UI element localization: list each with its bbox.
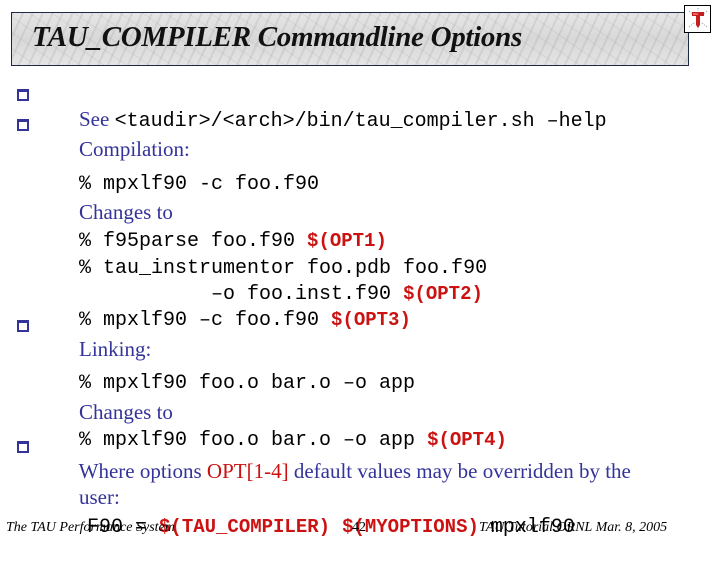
opt2-variable: $(OPT2) <box>403 283 483 305</box>
tau-compiler-variable: $(TAU_COMPILER) <box>159 516 331 538</box>
footer-presentation-title: The TAU Performance System <box>6 520 175 535</box>
bullet-icon <box>17 89 29 101</box>
footer-event-date: TAU Tutorial ORNL Mar. 8, 2005 <box>479 520 668 535</box>
opt3-variable: $(OPT3) <box>331 309 411 331</box>
bullet-icon <box>17 320 29 332</box>
override-text: default values may be overridden by the <box>288 459 631 483</box>
bullet-icon <box>17 441 29 453</box>
slide-title: TAU_COMPILER Commandline Options <box>32 21 522 53</box>
title-banner: TAU_COMPILER Commandline Options <box>11 12 689 66</box>
opt-range-highlight: OPT[1-4] <box>206 459 289 483</box>
bullet-icon <box>17 119 29 131</box>
tau-pushpin-logo-icon <box>684 5 711 33</box>
page-number: 42 <box>352 520 366 535</box>
